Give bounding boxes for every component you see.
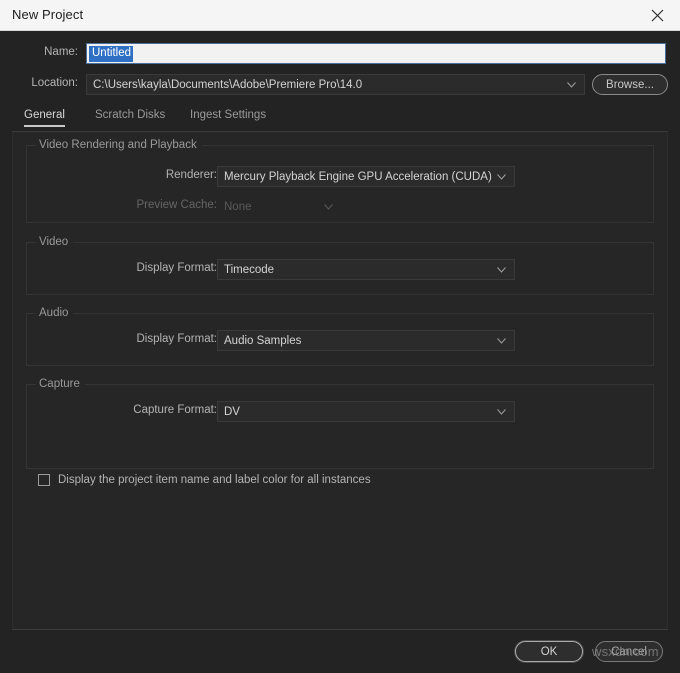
renderer-value: Mercury Playback Engine GPU Acceleration… [224, 170, 492, 183]
dialog-footer: OK Cancel [0, 641, 680, 673]
chevron-down-icon [497, 337, 506, 344]
tab-scratch-disks[interactable]: Scratch Disks [95, 106, 165, 132]
window-title: New Project [12, 7, 84, 22]
group-video: Video Display Format: Timecode [26, 236, 654, 295]
chevron-down-icon [567, 81, 576, 88]
close-icon[interactable] [634, 0, 680, 30]
audio-display-format-value: Audio Samples [224, 334, 302, 347]
cancel-button[interactable]: Cancel [595, 641, 663, 662]
renderer-dropdown[interactable]: Mercury Playback Engine GPU Acceleration… [217, 166, 515, 187]
chevron-down-icon [324, 203, 333, 210]
name-row: Name: Untitled [0, 43, 680, 65]
tab-bar: General Scratch Disks Ingest Settings [12, 106, 668, 132]
field-video-display-format: Display Format: Timecode [27, 259, 647, 280]
project-name-value: Untitled [89, 45, 133, 62]
field-preview-cache: Preview Cache: None [27, 196, 647, 217]
group-title-video-rendering: Video Rendering and Playback [36, 139, 202, 151]
tab-general[interactable]: General [24, 106, 65, 132]
audio-display-format-dropdown[interactable]: Audio Samples [217, 330, 515, 351]
video-display-format-value: Timecode [224, 263, 275, 276]
ok-button[interactable]: OK [515, 641, 583, 662]
renderer-label: Renderer: [165, 169, 217, 181]
group-capture: Capture Capture Format: DV [26, 378, 654, 469]
project-name-input[interactable]: Untitled [86, 43, 666, 64]
tab-ingest-settings[interactable]: Ingest Settings [190, 106, 266, 132]
group-title-audio: Audio [36, 307, 74, 319]
group-title-video: Video [36, 236, 74, 248]
group-title-capture: Capture [36, 378, 85, 390]
group-audio: Audio Display Format: Audio Samples [26, 307, 654, 366]
location-row: Location: C:\Users\kayla\Documents\Adobe… [0, 74, 680, 96]
field-renderer: Renderer: Mercury Playback Engine GPU Ac… [27, 166, 647, 187]
chevron-down-icon [497, 266, 506, 273]
display-project-item-name-checkbox-row[interactable]: Display the project item name and label … [38, 474, 371, 486]
dialog-body: Name: Untitled Location: C:\Users\kayla\… [0, 31, 680, 673]
audio-display-format-label: Display Format: [136, 333, 217, 345]
preview-cache-dropdown: None [217, 196, 342, 217]
location-dropdown[interactable]: C:\Users\kayla\Documents\Adobe\Premiere … [86, 74, 585, 95]
browse-button[interactable]: Browse... [592, 74, 668, 95]
capture-format-dropdown[interactable]: DV [217, 401, 515, 422]
display-project-item-name-label: Display the project item name and label … [58, 474, 371, 486]
video-display-format-label: Display Format: [136, 262, 217, 274]
location-label: Location: [31, 77, 78, 89]
name-label: Name: [44, 46, 78, 58]
new-project-dialog: New Project Name: Untitled Location: C:\… [0, 0, 680, 673]
checkbox-icon[interactable] [38, 474, 50, 486]
capture-format-value: DV [224, 405, 240, 418]
general-tab-panel: Video Rendering and Playback Renderer: M… [12, 131, 668, 630]
preview-cache-label: Preview Cache: [136, 199, 217, 211]
chevron-down-icon [497, 173, 506, 180]
capture-format-label: Capture Format: [133, 404, 217, 416]
video-display-format-dropdown[interactable]: Timecode [217, 259, 515, 280]
group-video-rendering: Video Rendering and Playback Renderer: M… [26, 139, 654, 223]
title-bar: New Project [0, 0, 680, 31]
chevron-down-icon [497, 408, 506, 415]
field-audio-display-format: Display Format: Audio Samples [27, 330, 647, 351]
field-capture-format: Capture Format: DV [27, 401, 647, 422]
location-value: C:\Users\kayla\Documents\Adobe\Premiere … [93, 78, 363, 91]
preview-cache-value: None [224, 200, 252, 213]
